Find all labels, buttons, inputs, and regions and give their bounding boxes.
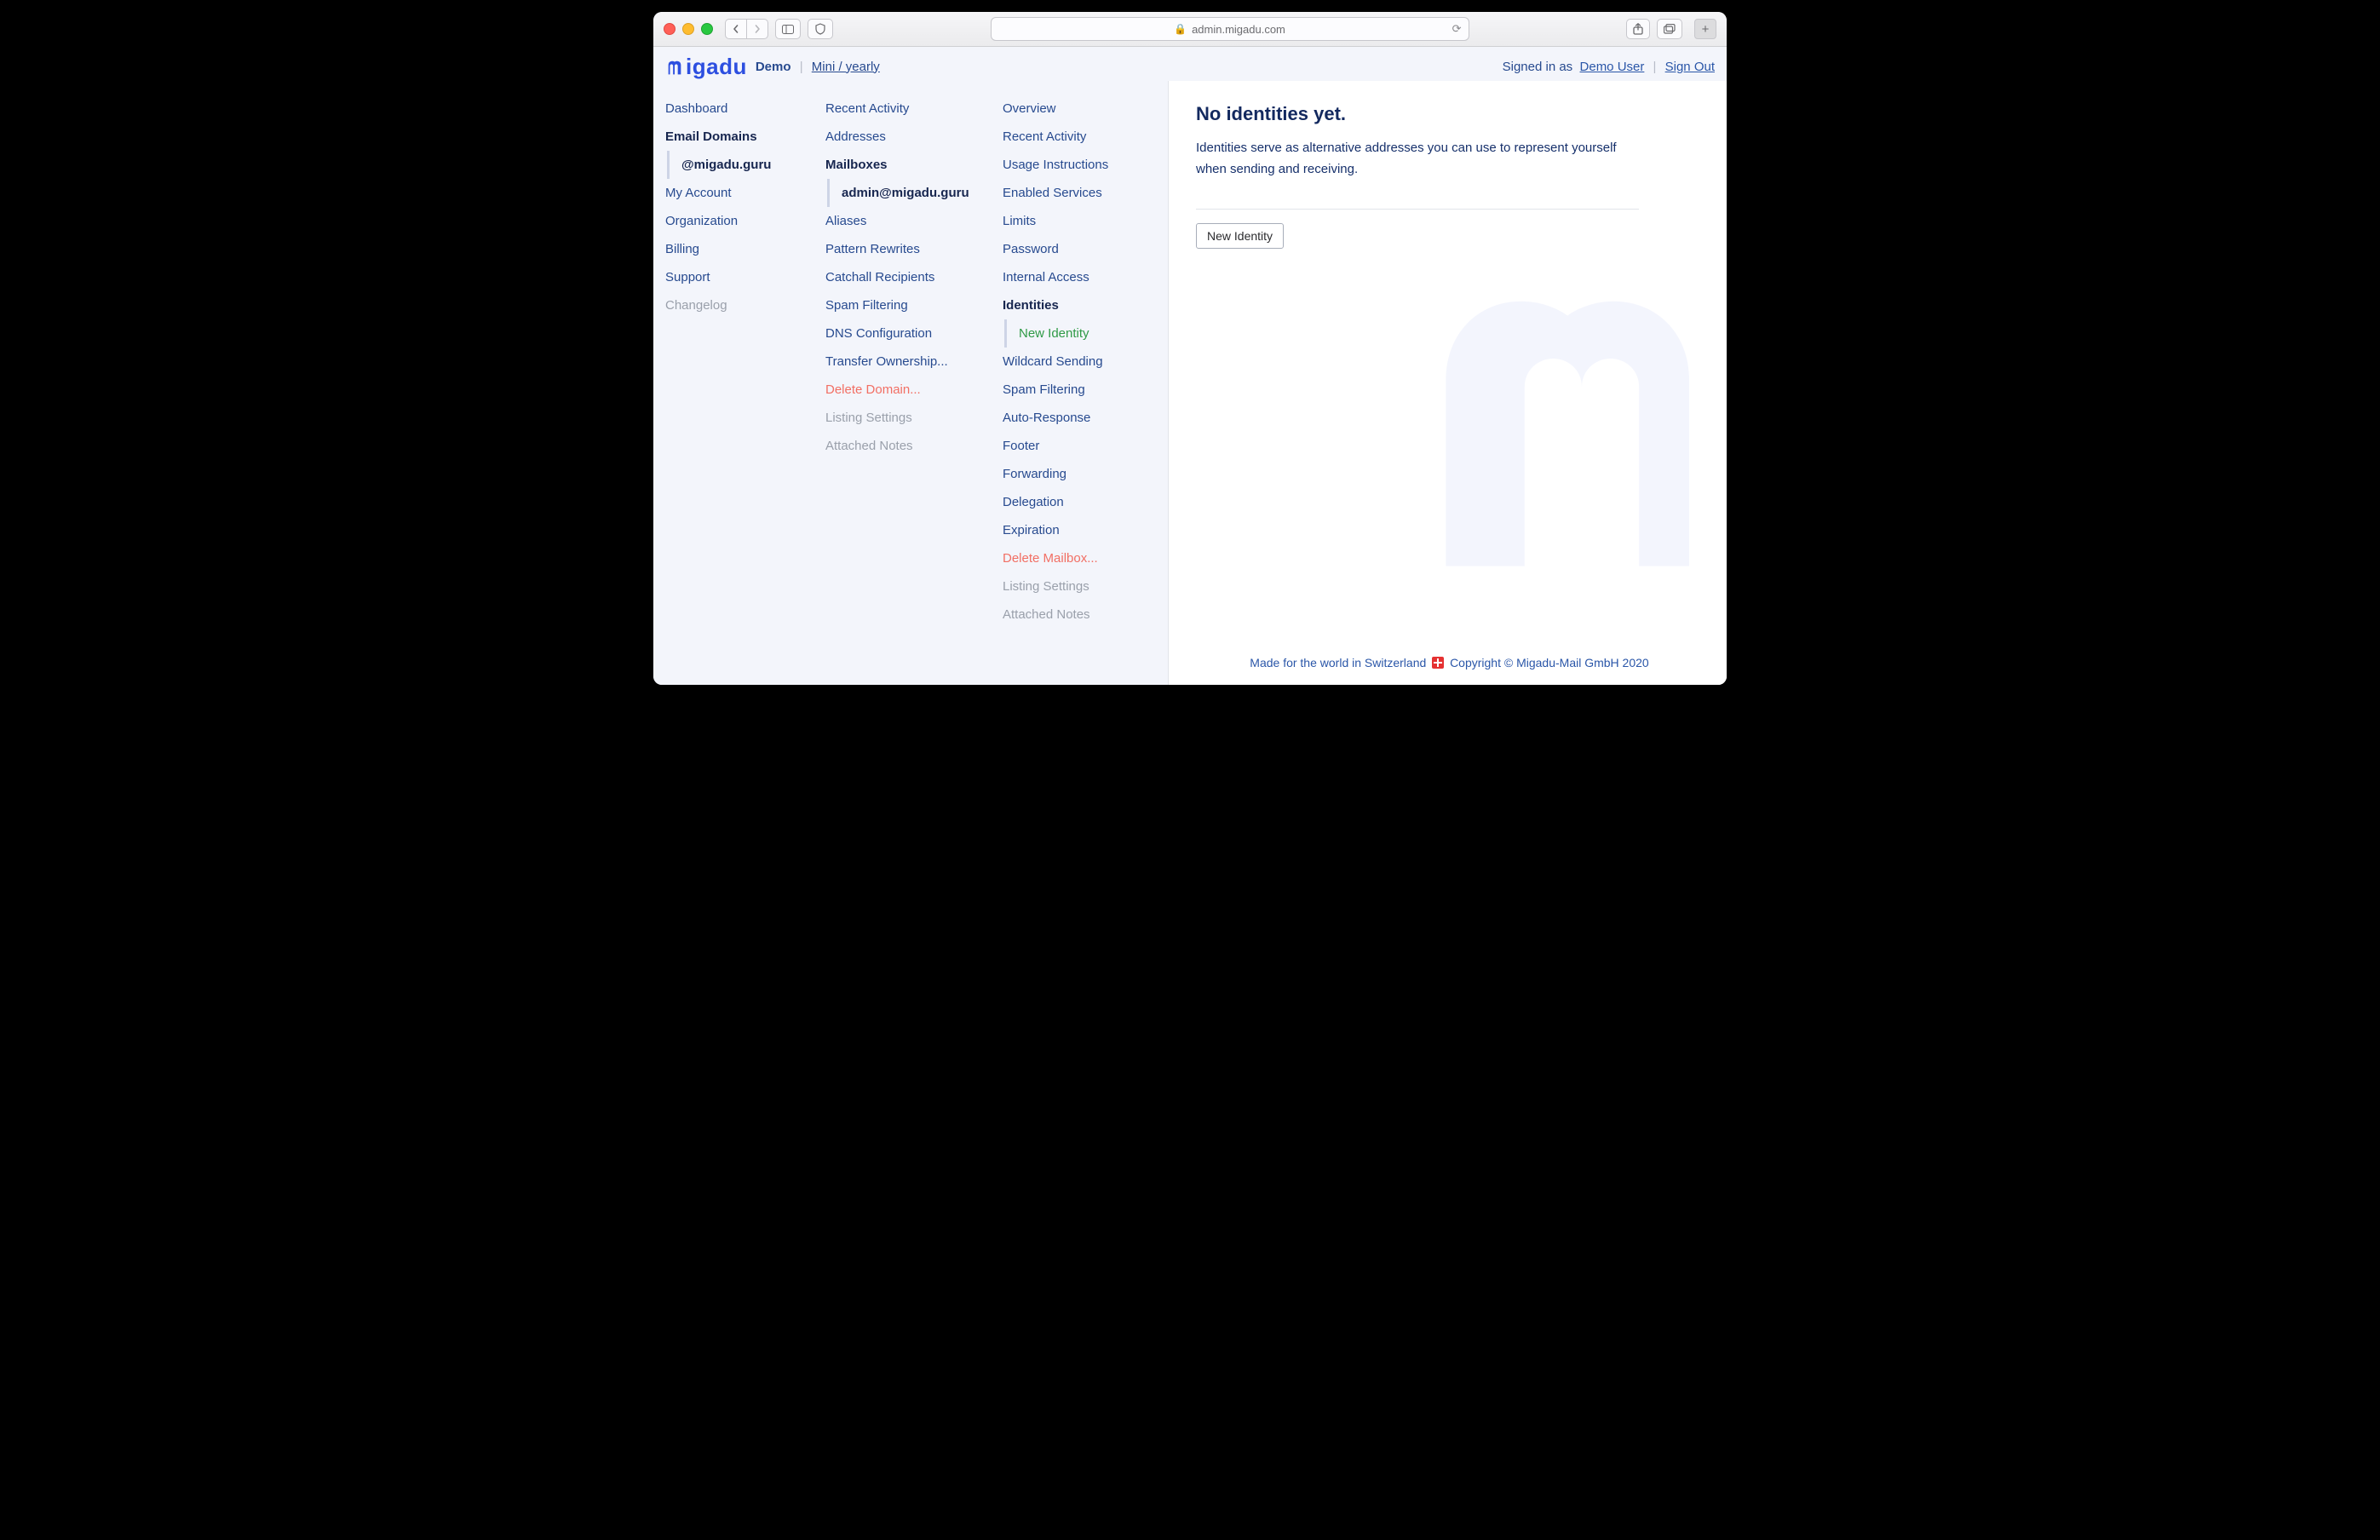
nav2-catchall[interactable]: Catchall Recipients xyxy=(824,263,986,291)
divider xyxy=(1196,209,1639,210)
nav3-listing-settings[interactable]: Listing Settings xyxy=(1001,572,1163,600)
nav-back-forward xyxy=(725,19,768,39)
workspace: Dashboard Email Domains @migadu.guru My … xyxy=(653,81,1727,685)
nav2-delete-domain[interactable]: Delete Domain... xyxy=(824,376,986,404)
account-status: Signed in as Demo User | Sign Out xyxy=(1503,60,1715,74)
tabs-button[interactable] xyxy=(1657,19,1682,39)
new-tab-button[interactable]: + xyxy=(1694,19,1716,39)
nav3-footer[interactable]: Footer xyxy=(1001,432,1163,460)
nav3-limits[interactable]: Limits xyxy=(1001,207,1163,235)
chevron-left-icon xyxy=(732,25,740,33)
share-button[interactable] xyxy=(1626,19,1650,39)
footer-right: Copyright © Migadu-Mail GmbH 2020 xyxy=(1450,656,1649,669)
nav2-listing-settings[interactable]: Listing Settings xyxy=(824,404,986,432)
content-panel: No identities yet. Identities serve as a… xyxy=(1168,81,1727,685)
nav3-identities-sub: New Identity xyxy=(1004,319,1163,348)
forward-button[interactable] xyxy=(747,19,768,39)
nav3-usage[interactable]: Usage Instructions xyxy=(1001,151,1163,179)
watermark-icon xyxy=(1403,251,1727,609)
nav3-wildcard-sending[interactable]: Wildcard Sending xyxy=(1001,348,1163,376)
sign-out-link[interactable]: Sign Out xyxy=(1665,60,1715,74)
logo-icon xyxy=(665,57,684,76)
sidebar-toggle-button[interactable] xyxy=(775,19,801,39)
nav-billing[interactable]: Billing xyxy=(664,235,808,263)
privacy-report-button[interactable] xyxy=(808,19,833,39)
page: igadu Demo | Mini / yearly Signed in as … xyxy=(653,47,1727,685)
demo-label: Demo xyxy=(756,60,791,74)
nav2-aliases[interactable]: Aliases xyxy=(824,207,986,235)
plan-indicator: Demo | Mini / yearly xyxy=(756,60,880,74)
back-button[interactable] xyxy=(725,19,747,39)
sidebar-icon xyxy=(782,25,794,34)
nav2-dns-config[interactable]: DNS Configuration xyxy=(824,319,986,348)
logo-text: igadu xyxy=(686,55,747,78)
url-host: admin.migadu.com xyxy=(1192,23,1285,36)
chevron-right-icon xyxy=(753,25,762,33)
nav-support[interactable]: Support xyxy=(664,263,808,291)
lock-icon: 🔒 xyxy=(1174,23,1187,35)
browser-window: 🔒 admin.migadu.com ⟳ xyxy=(653,12,1727,685)
nav3-new-identity[interactable]: New Identity xyxy=(1017,319,1163,348)
browser-toolbar: 🔒 admin.migadu.com ⟳ xyxy=(653,12,1727,47)
nav2-attached-notes[interactable]: Attached Notes xyxy=(824,432,986,460)
close-window-button[interactable] xyxy=(664,23,675,35)
swiss-flag-icon xyxy=(1432,657,1444,669)
new-identity-button[interactable]: New Identity xyxy=(1196,223,1284,249)
tabs-icon xyxy=(1664,24,1676,34)
nav-dashboard[interactable]: Dashboard xyxy=(664,95,808,123)
intro-line-1: Identities serve as alternative addresse… xyxy=(1196,141,1639,155)
page-header: igadu Demo | Mini / yearly Signed in as … xyxy=(653,47,1727,81)
nav2-spam-filtering[interactable]: Spam Filtering xyxy=(824,291,986,319)
signed-in-label: Signed in as xyxy=(1503,60,1573,74)
nav3-delete-mailbox[interactable]: Delete Mailbox... xyxy=(1001,544,1163,572)
logo[interactable]: igadu xyxy=(665,55,747,78)
nav2-addresses[interactable]: Addresses xyxy=(824,123,986,151)
nav2-transfer-ownership[interactable]: Transfer Ownership... xyxy=(824,348,986,376)
footer-left: Made for the world in Switzerland xyxy=(1250,656,1426,669)
nav2-mailbox-sub: admin@migadu.guru xyxy=(827,179,986,207)
nav3-delegation[interactable]: Delegation xyxy=(1001,488,1163,516)
share-icon xyxy=(1633,23,1643,35)
nav2-pattern-rewrites[interactable]: Pattern Rewrites xyxy=(824,235,986,263)
nav2-recent-activity[interactable]: Recent Activity xyxy=(824,95,986,123)
nav-domain-sub: @migadu.guru xyxy=(667,151,808,179)
nav3-expiration[interactable]: Expiration xyxy=(1001,516,1163,544)
nav-changelog[interactable]: Changelog xyxy=(664,291,808,319)
nav-col-domain: Recent Activity Addresses Mailboxes admi… xyxy=(813,81,991,685)
nav-domain-current[interactable]: @migadu.guru xyxy=(680,151,808,179)
address-bar[interactable]: 🔒 admin.migadu.com ⟳ xyxy=(991,17,1469,41)
nav-my-account[interactable]: My Account xyxy=(664,179,808,207)
nav3-enabled-services[interactable]: Enabled Services xyxy=(1001,179,1163,207)
nav3-password[interactable]: Password xyxy=(1001,235,1163,263)
window-controls xyxy=(664,23,713,35)
nav3-identities[interactable]: Identities xyxy=(1001,291,1163,319)
nav2-mailbox-current[interactable]: admin@migadu.guru xyxy=(840,179,986,207)
nav2-mailboxes[interactable]: Mailboxes xyxy=(824,151,986,179)
shield-icon xyxy=(814,23,826,35)
current-user-link[interactable]: Demo User xyxy=(1580,60,1645,74)
nav-col-primary: Dashboard Email Domains @migadu.guru My … xyxy=(653,81,813,685)
reload-button[interactable]: ⟳ xyxy=(1452,22,1462,36)
nav-organization[interactable]: Organization xyxy=(664,207,808,235)
intro-line-2: when sending and receiving. xyxy=(1196,162,1639,176)
nav3-overview[interactable]: Overview xyxy=(1001,95,1163,123)
page-footer: Made for the world in Switzerland Copyri… xyxy=(1196,622,1703,669)
nav3-attached-notes[interactable]: Attached Notes xyxy=(1001,600,1163,629)
nav3-spam-filtering[interactable]: Spam Filtering xyxy=(1001,376,1163,404)
nav3-forwarding[interactable]: Forwarding xyxy=(1001,460,1163,488)
minimize-window-button[interactable] xyxy=(682,23,694,35)
nav3-internal-access[interactable]: Internal Access xyxy=(1001,263,1163,291)
nav3-recent-activity[interactable]: Recent Activity xyxy=(1001,123,1163,151)
nav-email-domains[interactable]: Email Domains xyxy=(664,123,808,151)
maximize-window-button[interactable] xyxy=(701,23,713,35)
nav-col-mailbox: Overview Recent Activity Usage Instructi… xyxy=(991,81,1168,685)
plan-link[interactable]: Mini / yearly xyxy=(812,60,880,74)
nav3-auto-response[interactable]: Auto-Response xyxy=(1001,404,1163,432)
page-title: No identities yet. xyxy=(1196,103,1703,125)
